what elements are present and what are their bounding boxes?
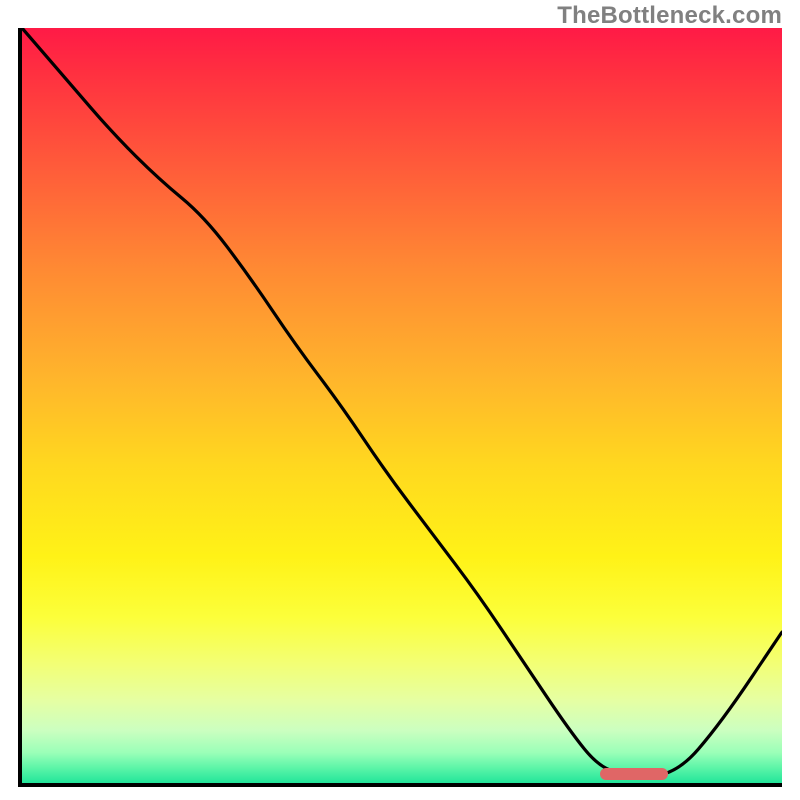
watermark-text: TheBottleneck.com [557, 2, 782, 30]
curve-svg [22, 28, 782, 783]
bottleneck-curve-path [22, 28, 782, 775]
optimum-marker [600, 768, 668, 780]
bottleneck-chart: TheBottleneck.com [0, 0, 800, 800]
plot-area [18, 28, 782, 787]
